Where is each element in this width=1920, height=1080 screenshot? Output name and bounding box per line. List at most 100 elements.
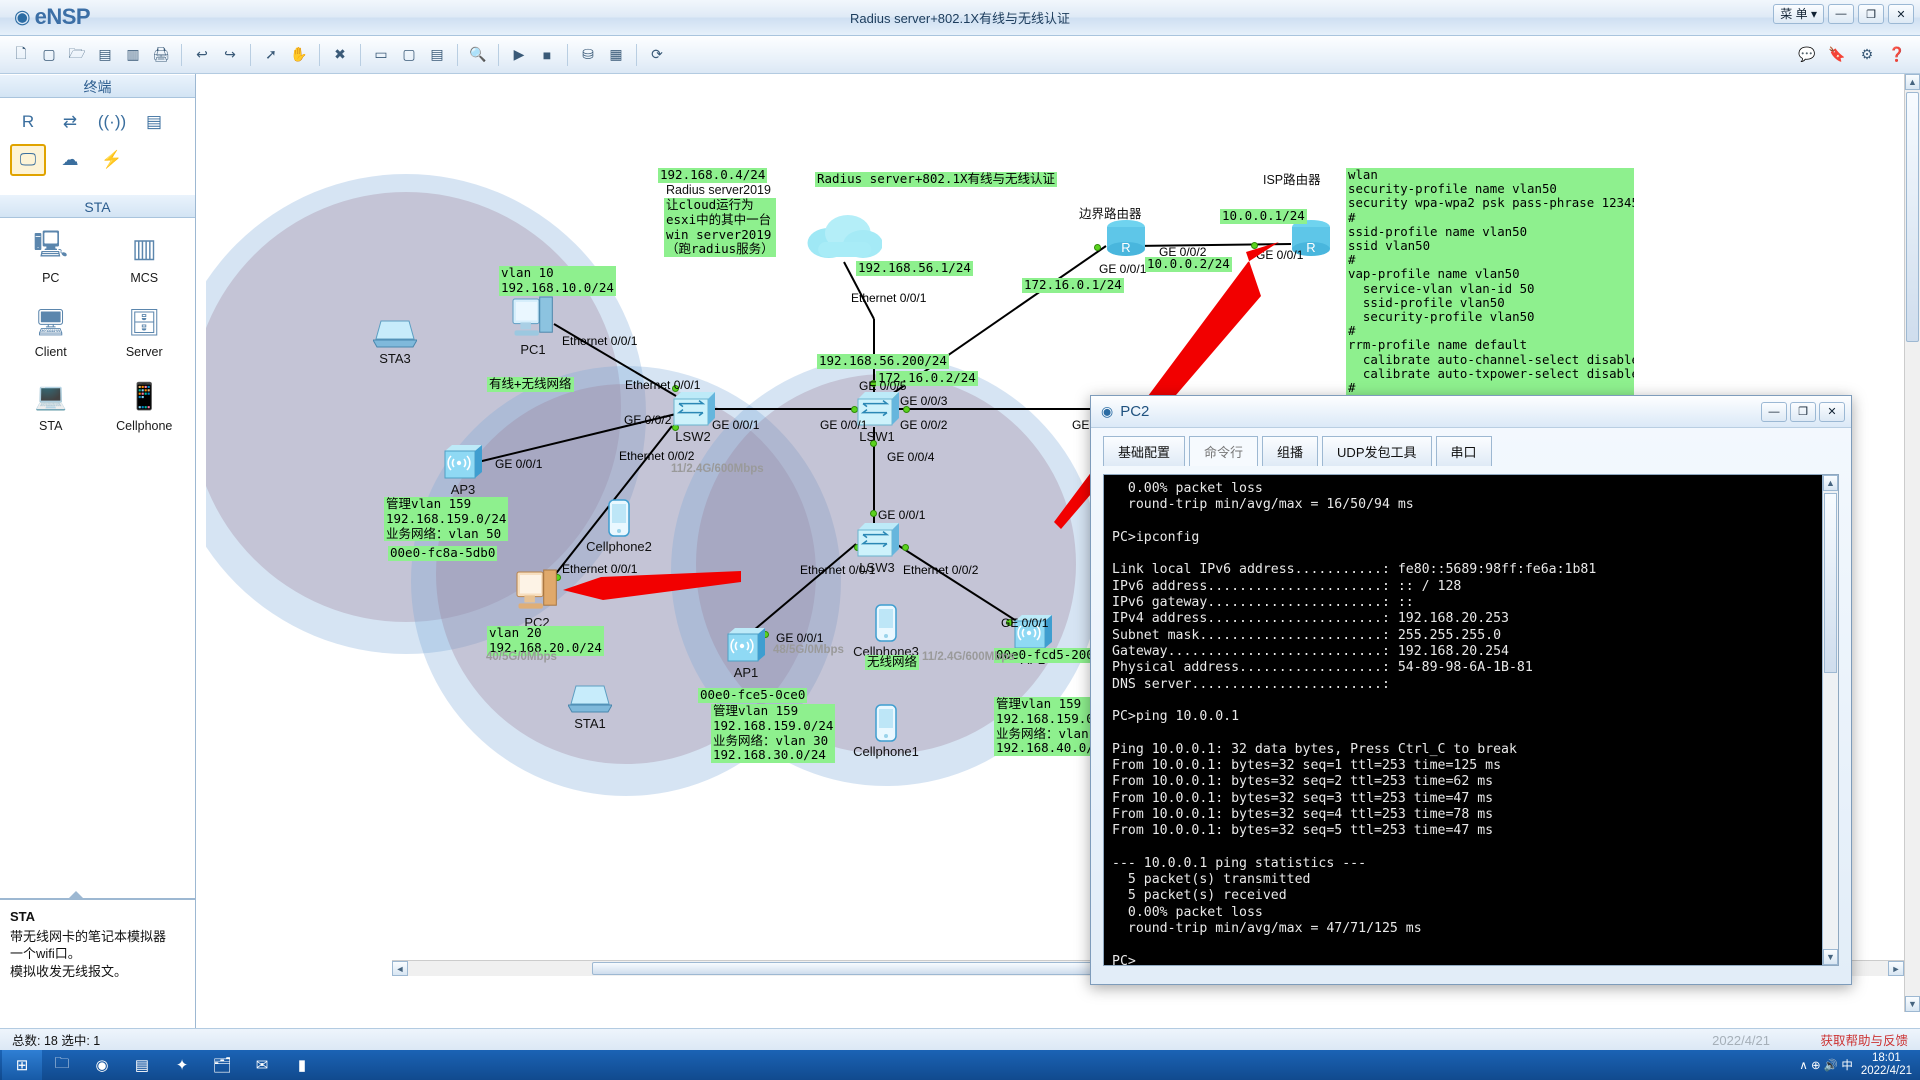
start-button-icon[interactable]: ⊞ — [2, 1050, 42, 1080]
node-sta1[interactable] — [568, 684, 612, 714]
maximize-button[interactable]: ❐ — [1858, 4, 1884, 24]
node-label: AP3 — [450, 482, 476, 497]
firewall-device-icon[interactable]: ▤ — [136, 106, 172, 138]
new-blank-icon[interactable]: ▢ — [36, 42, 62, 68]
config-block-wlan: wlan security-profile name vlan50 securi… — [1346, 168, 1634, 400]
palette-item-label: MCS — [130, 271, 159, 285]
help-feedback-link[interactable]: 获取帮助与反馈 — [1820, 1030, 1908, 1049]
system-tray: ∧ ⊕ 🔊 中 18:01 2022/4/21 — [1799, 1052, 1920, 1078]
minimize-button[interactable]: — — [1828, 4, 1854, 24]
add-text-icon[interactable]: ▭ — [368, 42, 394, 68]
pc2-console-window[interactable]: ◉ PC2 — ❐ ✕ 基础配置 命令行 组播 UDP发包工具 串口 0.00% pac… — [1090, 395, 1852, 985]
taskbar-chrome-icon[interactable]: ◉ — [82, 1050, 122, 1080]
close-button[interactable]: ✕ — [1888, 4, 1914, 24]
node-sta3[interactable] — [373, 319, 417, 349]
tab-udp-tool[interactable]: UDP发包工具 — [1322, 436, 1432, 466]
tab-multicast[interactable]: 组播 — [1262, 436, 1319, 466]
palette-item-cellphone[interactable]: 📱 Cellphone — [116, 376, 172, 446]
node-ap1[interactable] — [725, 627, 767, 663]
tray-icons[interactable]: ∧ ⊕ 🔊 中 — [1799, 1057, 1852, 1073]
node-cellphone2[interactable] — [608, 499, 630, 537]
node-edge-router[interactable]: R — [1106, 219, 1146, 257]
node-lsw2[interactable] — [670, 391, 716, 427]
label-wired-wireless-net: 有线+无线网络 — [487, 376, 574, 392]
pc2-terminal[interactable]: 0.00% packet loss round-trip min/avg/max… — [1103, 474, 1839, 966]
node-cellphone1[interactable] — [875, 704, 897, 742]
label-ap1-mgmt: 管理vlan 159 192.168.159.0/24 业务网络：vlan 30… — [711, 703, 836, 763]
print-icon[interactable]: 🖨 — [148, 42, 174, 68]
connection-device-icon[interactable]: ⚡ — [94, 144, 130, 176]
scroll-left-icon[interactable]: ◄ — [392, 961, 408, 976]
taskbar-file-explorer-icon[interactable]: 🗀 — [42, 1050, 82, 1080]
node-cellphone3[interactable] — [875, 604, 897, 642]
save-as-icon[interactable]: ▥ — [120, 42, 146, 68]
taskbar-notepad-icon[interactable]: ▤ — [122, 1050, 162, 1080]
start-all-icon[interactable]: ▶ — [506, 42, 532, 68]
pc2-scroll-down-icon[interactable]: ▼ — [1823, 949, 1838, 965]
switch-device-icon[interactable]: ⇄ — [52, 106, 88, 138]
tab-serial[interactable]: 串口 — [1435, 436, 1492, 466]
palette-item-client[interactable]: 🖥 Client — [30, 302, 72, 372]
pc2-maximize-button[interactable]: ❐ — [1790, 401, 1816, 422]
cloud-device-icon[interactable]: ☁ — [52, 144, 88, 176]
taskbar-ensp-icon[interactable]: ✦ — [162, 1050, 202, 1080]
node-ap3[interactable] — [442, 444, 484, 480]
node-pc1[interactable] — [512, 296, 554, 340]
stop-all-icon[interactable]: ■ — [534, 42, 560, 68]
help-icon[interactable]: ❓ — [1884, 42, 1910, 68]
search-icon[interactable]: 🔍 — [465, 42, 491, 68]
grid-icon[interactable]: ▦ — [603, 42, 629, 68]
scroll-right-icon[interactable]: ► — [1888, 961, 1904, 976]
palette-item-server[interactable]: 🗄 Server — [123, 302, 165, 372]
label-lan-56-0: 192.168.56.200/24 — [817, 353, 949, 369]
node-lsw3[interactable] — [854, 522, 900, 558]
router-device-icon[interactable]: R — [10, 106, 46, 138]
capture-icon[interactable]: ⛁ — [575, 42, 601, 68]
add-shape-icon[interactable]: ▢ — [396, 42, 422, 68]
node-pc2[interactable] — [516, 569, 558, 613]
tab-command-line[interactable]: 命令行 — [1189, 436, 1259, 466]
label-isp-ip: 10.0.0.1/24 — [1220, 208, 1307, 224]
pc2-close-button[interactable]: ✕ — [1819, 401, 1845, 422]
tooltip-body: 带无线网卡的笔记本模拟器 一个wifi口。 模拟收发无线报文。 — [10, 928, 167, 979]
pc2-scroll-thumb[interactable] — [1824, 493, 1837, 673]
pc2-minimize-button[interactable]: — — [1761, 401, 1787, 422]
scroll-up-icon[interactable]: ▲ — [1905, 74, 1920, 90]
scroll-down-icon[interactable]: ▼ — [1905, 996, 1920, 1012]
palette-item-sta[interactable]: 💻 STA — [30, 376, 72, 446]
label-ap3-mac: 00e0-fc8a-5db0 — [388, 545, 498, 561]
add-note-icon[interactable]: ▤ — [424, 42, 450, 68]
taskbar-terminal-icon[interactable]: ▮ — [282, 1050, 322, 1080]
select-pointer-icon[interactable]: ➚ — [258, 42, 284, 68]
taskbar-wechat-icon[interactable]: ✉ — [242, 1050, 282, 1080]
save-icon[interactable]: ▤ — [92, 42, 118, 68]
bookmark-icon[interactable]: 🔖 — [1824, 42, 1850, 68]
pc2-scroll-up-icon[interactable]: ▲ — [1823, 475, 1838, 491]
settings-gear-icon[interactable]: ⚙ — [1854, 42, 1880, 68]
vscroll-thumb[interactable] — [1906, 92, 1919, 342]
endpoint-device-icon[interactable]: 🖵 — [10, 144, 46, 176]
pc2-tab-bar: 基础配置 命令行 组播 UDP发包工具 串口 — [1091, 428, 1851, 466]
open-folder-icon[interactable]: 🗁 — [64, 42, 90, 68]
palette-item-pc[interactable]: 🖳 PC — [30, 228, 72, 298]
label-cloud-note: 让cloud运行为 esxi中的其中一台 win server2019 （跑ra… — [664, 197, 776, 257]
tab-basic-config[interactable]: 基础配置 — [1103, 436, 1186, 466]
undo-icon[interactable]: ↩ — [189, 42, 215, 68]
canvas-vertical-scrollbar[interactable]: ▲ ▼ — [1904, 74, 1920, 1012]
node-label: Cellphone2 — [586, 539, 652, 554]
wlan-ap-device-icon[interactable]: ((·)) — [94, 106, 130, 138]
delete-icon[interactable]: ✖ — [327, 42, 353, 68]
pc2-terminal-scrollbar[interactable]: ▲ ▼ — [1822, 475, 1838, 965]
new-topology-icon[interactable]: 🗋 — [8, 42, 34, 68]
restore-layout-icon[interactable]: ⟳ — [644, 42, 670, 68]
taskbar-clock[interactable]: 18:01 2022/4/21 — [1861, 1052, 1912, 1078]
node-cloud[interactable] — [806, 212, 882, 262]
taskbar-folder2-icon[interactable]: 🗂 — [202, 1050, 242, 1080]
palette-item-mcs[interactable]: ▥ MCS — [123, 228, 165, 298]
pan-hand-icon[interactable]: ✋ — [286, 42, 312, 68]
title-bar: ◉ eNSP Radius server+802.1X有线与无线认证 菜 单 ▾… — [0, 0, 1920, 36]
ensp-application-window: ◉ eNSP Radius server+802.1X有线与无线认证 菜 单 ▾… — [0, 0, 1920, 1080]
comment-icon[interactable]: 💬 — [1794, 42, 1820, 68]
redo-icon[interactable]: ↪ — [217, 42, 243, 68]
menu-button[interactable]: 菜 单 ▾ — [1773, 4, 1824, 24]
